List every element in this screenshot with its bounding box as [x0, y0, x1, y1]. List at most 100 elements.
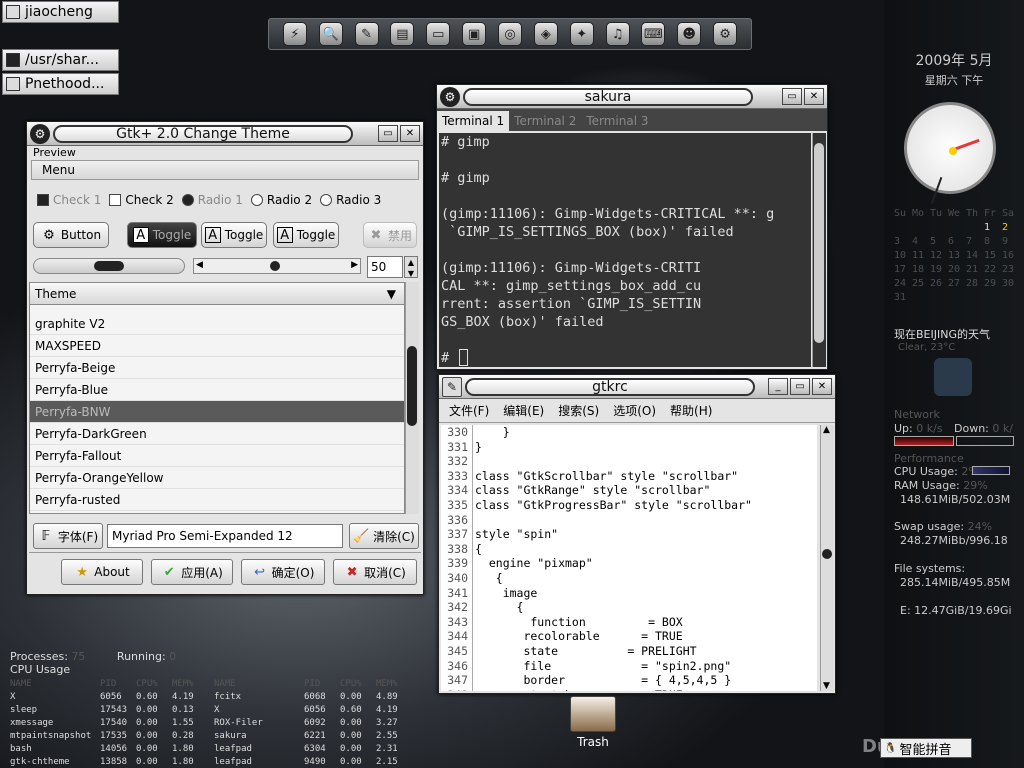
theme-row[interactable]: Perryfa-DarkGreen: [30, 423, 404, 445]
cal-day[interactable]: 8: [984, 236, 1002, 247]
cal-day[interactable]: 13: [948, 250, 966, 261]
cal-day[interactable]: 15: [984, 250, 1002, 261]
scroll-thumb[interactable]: [407, 346, 417, 426]
cal-day[interactable]: 4: [912, 236, 930, 247]
horizontal-scrollbar[interactable]: [33, 258, 185, 274]
preview-menu[interactable]: Menu: [31, 160, 419, 180]
window-menu-icon[interactable]: ⚙: [440, 87, 460, 107]
cal-day[interactable]: [912, 222, 930, 233]
cal-day[interactable]: 31: [894, 292, 912, 303]
cal-day[interactable]: 23: [1002, 264, 1020, 275]
browser-icon[interactable]: ◎: [497, 22, 522, 46]
cal-day[interactable]: 18: [912, 264, 930, 275]
cal-day[interactable]: 7: [966, 236, 984, 247]
cal-day[interactable]: 10: [894, 250, 912, 261]
cal-day[interactable]: 28: [966, 278, 984, 289]
cal-day[interactable]: 29: [984, 278, 1002, 289]
cal-day[interactable]: 26: [930, 278, 948, 289]
radio-2[interactable]: Radio 2: [250, 193, 312, 207]
menu-search[interactable]: 搜索(S): [558, 402, 599, 419]
drive-icon[interactable]: ▭: [426, 22, 451, 46]
theme-row[interactable]: Perryfa-Beige: [30, 357, 404, 379]
theme-row[interactable]: Perryfa-OrangeYellow: [30, 467, 404, 489]
scroll-thumb[interactable]: [814, 143, 824, 343]
arrow-left-icon[interactable]: ◀: [196, 260, 203, 270]
cal-day[interactable]: 21: [966, 264, 984, 275]
cal-day[interactable]: 30: [1002, 278, 1020, 289]
cal-day[interactable]: 27: [948, 278, 966, 289]
theme-row[interactable]: graphite V2: [30, 313, 404, 335]
window-menu-icon[interactable]: ⚙: [30, 124, 50, 144]
slider-knob[interactable]: [270, 261, 280, 271]
cal-day[interactable]: [948, 222, 966, 233]
tab-terminal-3[interactable]: Terminal 3: [581, 111, 653, 131]
close-icon[interactable]: ✕: [804, 88, 824, 105]
titlebar[interactable]: ✎ gtkrc _ ▭ ✕: [439, 375, 835, 399]
cal-day[interactable]: 19: [930, 264, 948, 275]
cal-day[interactable]: 2: [1002, 222, 1020, 233]
spin-input[interactable]: 50: [367, 256, 403, 278]
cal-day[interactable]: [966, 222, 984, 233]
scroll-thumb[interactable]: [94, 261, 124, 271]
cal-day[interactable]: 9: [1002, 236, 1020, 247]
launcher-icon[interactable]: ⚡: [282, 22, 307, 46]
tab-terminal-1[interactable]: Terminal 1: [437, 111, 510, 131]
tab-terminal-2[interactable]: Terminal 2: [509, 111, 581, 131]
terminal-output[interactable]: # gimp # gimp (gimp:11106): Gimp-Widgets-C…: [439, 133, 811, 367]
cal-day[interactable]: 17: [894, 264, 912, 275]
disk-icon[interactable]: ◈: [533, 22, 558, 46]
maximize-icon[interactable]: ▭: [782, 88, 802, 105]
cal-day[interactable]: [930, 222, 948, 233]
cal-day[interactable]: 1: [984, 222, 1002, 233]
preview-button[interactable]: ⚙ Button: [33, 222, 109, 248]
editor-icon[interactable]: ✎: [354, 22, 379, 46]
task-button-usr-share[interactable]: /usr/shar...: [2, 49, 119, 71]
theme-row[interactable]: Perryfa-Fallout: [30, 445, 404, 467]
task-button-pnethood[interactable]: Pnethood...: [2, 73, 119, 95]
cal-day[interactable]: 11: [912, 250, 930, 261]
files-icon[interactable]: ▤: [390, 22, 415, 46]
cal-day[interactable]: 22: [984, 264, 1002, 275]
menu-help[interactable]: 帮助(H): [670, 402, 712, 419]
ok-button[interactable]: ↩ 确定(O): [241, 559, 325, 585]
menu-edit[interactable]: 编辑(E): [503, 402, 544, 419]
horizontal-slider[interactable]: ◀ ▶: [193, 258, 361, 274]
cal-day[interactable]: 6: [948, 236, 966, 247]
font-input[interactable]: Myriad Pro Semi-Expanded 12: [107, 524, 343, 548]
media-icon[interactable]: ♫: [605, 22, 630, 46]
clear-button[interactable]: 🧹 清除(C): [349, 523, 419, 549]
cal-day[interactable]: 25: [912, 278, 930, 289]
theme-row[interactable]: MAXSPEED: [30, 335, 404, 357]
toggle-button-2[interactable]: A Toggle: [201, 222, 267, 248]
cal-day[interactable]: 14: [966, 250, 984, 261]
settings-icon[interactable]: ⚙: [713, 22, 738, 46]
toggle-button-active[interactable]: A Toggle: [127, 222, 197, 248]
cal-day[interactable]: 12: [930, 250, 948, 261]
menu-file[interactable]: 文件(F): [449, 402, 489, 419]
theme-row[interactable]: Perryfa-Blue: [30, 379, 404, 401]
apply-button[interactable]: ✔ 应用(A): [151, 559, 233, 585]
cal-day[interactable]: [894, 222, 912, 233]
close-icon[interactable]: ✕: [812, 378, 832, 395]
keyboard-icon[interactable]: ⌨: [641, 22, 666, 46]
cancel-button[interactable]: ✖ 取消(C): [333, 559, 417, 585]
arrow-up-icon[interactable]: ▲: [823, 425, 830, 435]
theme-row[interactable]: Perryfa-rusted: [30, 489, 404, 511]
search-icon[interactable]: 🔍: [318, 22, 343, 46]
radio-1[interactable]: Radio 1: [181, 193, 243, 207]
titlebar[interactable]: ⚙ Gtk+ 2.0 Change Theme ▭ ✕: [27, 122, 423, 146]
arrow-down-icon[interactable]: ▼: [823, 681, 830, 691]
menu-options[interactable]: 选项(O): [613, 402, 656, 419]
trash-icon[interactable]: [570, 696, 616, 732]
cal-day[interactable]: 5: [930, 236, 948, 247]
check-1[interactable]: Check 1: [37, 193, 101, 207]
check-2[interactable]: Check 2: [109, 193, 174, 207]
cal-day[interactable]: 3: [894, 236, 912, 247]
about-button[interactable]: ★ About: [61, 559, 143, 585]
font-button[interactable]: 𝔽 字体(F): [33, 523, 103, 549]
cal-day[interactable]: 16: [1002, 250, 1020, 261]
theme-column-header[interactable]: Theme ▼: [30, 283, 404, 305]
arrow-right-icon[interactable]: ▶: [351, 260, 358, 270]
minimize-icon[interactable]: _: [768, 378, 788, 395]
scroll-thumb[interactable]: [822, 549, 832, 559]
